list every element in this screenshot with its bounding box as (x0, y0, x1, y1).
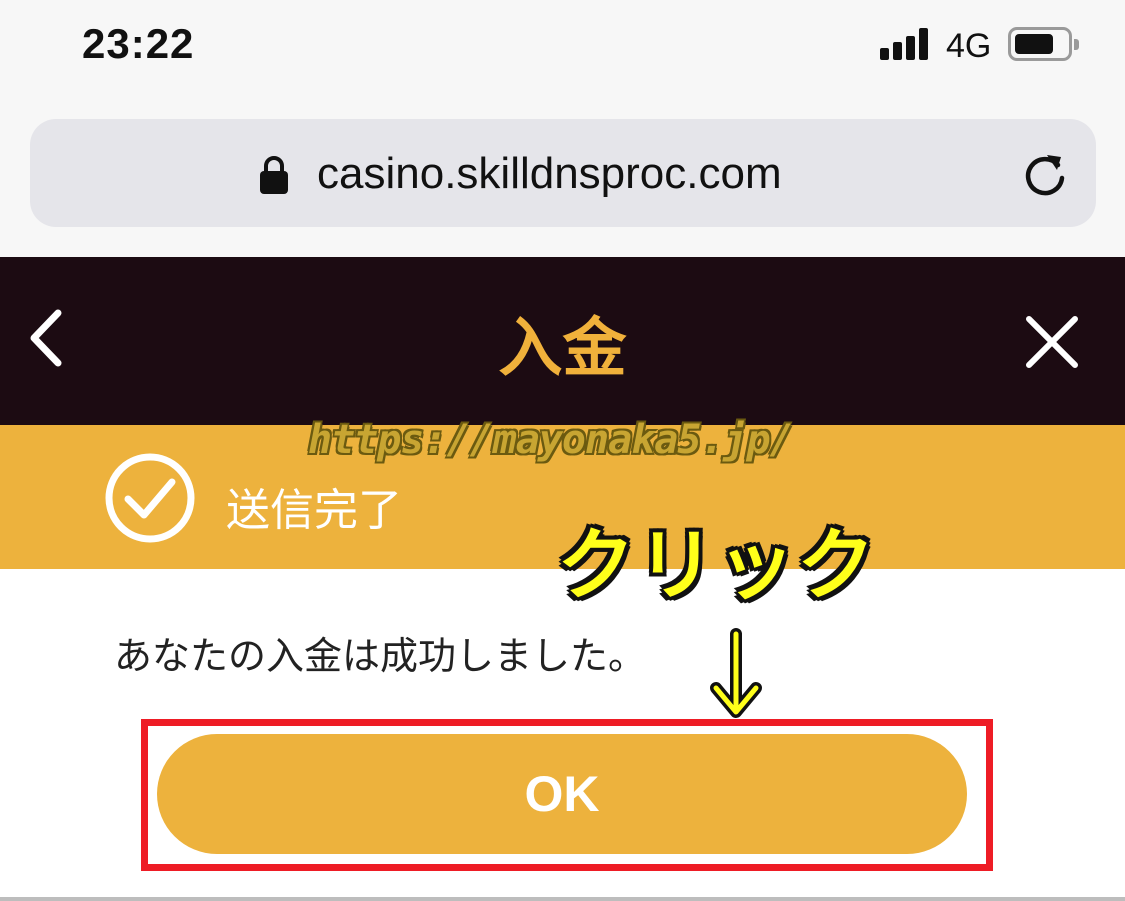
page-title: 入金 (498, 312, 627, 386)
ok-button[interactable]: OK (157, 734, 967, 854)
lock-icon (260, 156, 288, 194)
close-icon[interactable] (1025, 315, 1079, 369)
divider (0, 897, 1125, 901)
network-type: 4G (946, 27, 992, 65)
success-message: あなたの入金は成功しました。 (114, 634, 647, 678)
success-text: 送信完了 (226, 485, 402, 536)
address-bar[interactable]: casino.skilldnsproc.com (30, 119, 1096, 227)
arrow-down-icon (710, 628, 762, 718)
status-time: 23:22 (82, 20, 195, 67)
check-circle-icon (105, 453, 195, 543)
status-bar: 23:22 4G (0, 0, 1125, 95)
watermark: https://mayonaka5.jp/ (308, 417, 794, 463)
browser-toolbar: casino.skilldnsproc.com (0, 95, 1125, 257)
app-header: 入金 (0, 257, 1125, 425)
url-text: casino.skilldnsproc.com (317, 149, 782, 198)
battery-icon (1008, 27, 1079, 61)
signal-icon (880, 28, 932, 60)
reload-icon[interactable] (1020, 149, 1070, 199)
click-annotation: クリック (557, 521, 878, 611)
